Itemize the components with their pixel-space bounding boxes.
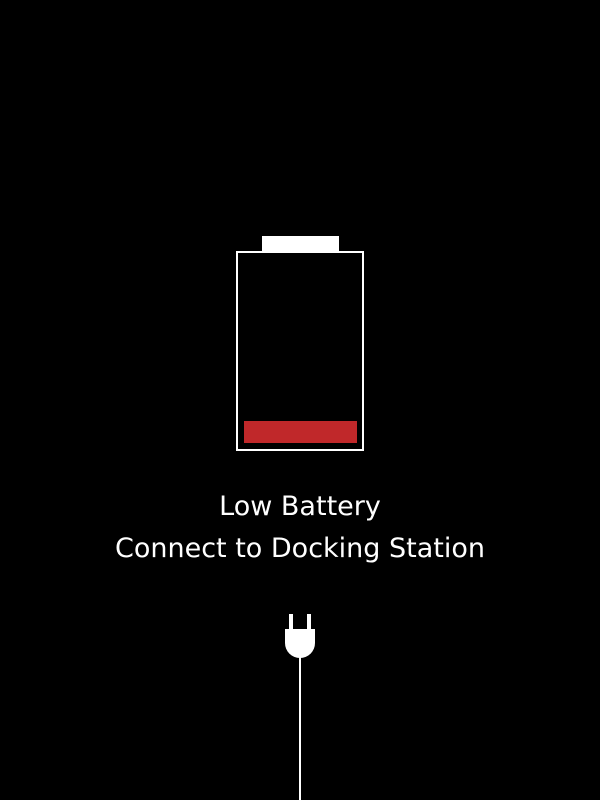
battery-terminal-cap — [262, 236, 339, 252]
low-battery-screen: Low Battery Connect to Docking Station — [0, 0, 600, 800]
plug-cable — [299, 655, 301, 800]
plug-prong-right — [307, 614, 311, 630]
battery-charge-level — [244, 421, 357, 443]
battery-low-icon — [236, 236, 364, 451]
low-battery-title: Low Battery — [219, 491, 381, 522]
connect-instruction: Connect to Docking Station — [114, 533, 486, 564]
plug-head — [285, 629, 315, 658]
plug-prong-left — [289, 614, 293, 630]
battery-message: Low Battery Connect to Docking Station — [0, 486, 600, 570]
battery-body — [236, 251, 364, 451]
